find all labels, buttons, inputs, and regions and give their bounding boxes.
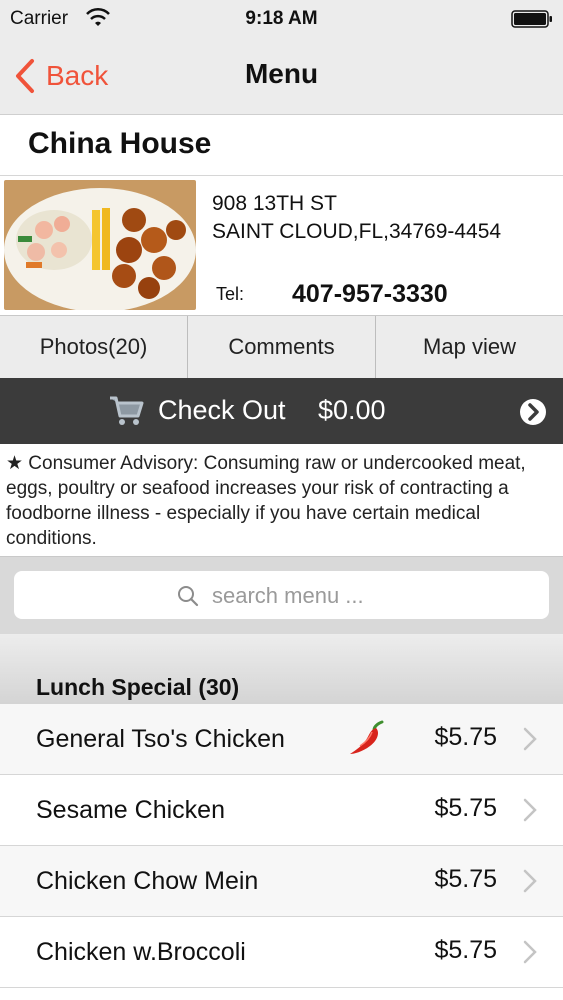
chevron-right-icon bbox=[523, 940, 537, 964]
restaurant-photo[interactable] bbox=[4, 180, 196, 310]
chevron-right-icon bbox=[523, 798, 537, 822]
navigation-bar: Back Menu bbox=[0, 38, 563, 115]
item-price: $5.75 bbox=[434, 865, 497, 893]
item-name: Sesame Chicken bbox=[36, 796, 225, 824]
chevron-right-icon bbox=[523, 727, 537, 751]
item-name: Chicken w.Broccoli bbox=[36, 938, 246, 966]
search-icon bbox=[178, 586, 199, 607]
item-price: $5.75 bbox=[434, 723, 497, 751]
menu-item-general-tsos-chicken[interactable]: General Tso's Chicken $5.75 bbox=[0, 704, 563, 775]
checkout-label: Check Out bbox=[158, 395, 286, 425]
menu-list: General Tso's Chicken $5.75 Sesame Chick… bbox=[0, 704, 563, 988]
item-price: $5.75 bbox=[434, 794, 497, 822]
status-bar: Carrier 9:18 AM bbox=[0, 0, 563, 38]
restaurant-header: China House bbox=[0, 115, 563, 176]
cart-icon bbox=[110, 396, 144, 425]
section-title: Lunch Special (30) bbox=[36, 674, 240, 700]
tab-comments[interactable]: Comments bbox=[188, 316, 376, 378]
tab-map-view[interactable]: Map view bbox=[376, 316, 563, 378]
chili-pepper-icon bbox=[350, 720, 384, 754]
menu-item-sesame-chicken[interactable]: Sesame Chicken $5.75 bbox=[0, 775, 563, 846]
chevron-right-icon bbox=[523, 869, 537, 893]
address-line-1: 908 13TH ST bbox=[212, 192, 337, 215]
menu-item-chicken-chow-mein[interactable]: Chicken Chow Mein $5.75 bbox=[0, 846, 563, 917]
arrow-circle-icon bbox=[520, 399, 546, 425]
consumer-advisory: ★ Consumer Advisory: Consuming raw or un… bbox=[6, 453, 526, 549]
tel-label: Tel: bbox=[216, 284, 245, 304]
item-name: General Tso's Chicken bbox=[36, 725, 285, 753]
tab-photos[interactable]: Photos(20) bbox=[0, 316, 188, 378]
restaurant-name: China House bbox=[28, 127, 212, 160]
item-price: $5.75 bbox=[434, 936, 497, 964]
phone-number[interactable]: 407-957-3330 bbox=[292, 280, 448, 309]
restaurant-info: 908 13TH ST SAINT CLOUD,FL,34769-4454 Te… bbox=[0, 176, 563, 314]
battery-icon bbox=[511, 10, 552, 28]
food-image bbox=[4, 180, 196, 310]
tab-bar: Photos(20) Comments Map view bbox=[0, 315, 563, 378]
address-line-2: SAINT CLOUD,FL,34769-4454 bbox=[212, 220, 502, 243]
search-bar bbox=[0, 556, 563, 635]
checkout-button[interactable]: Check Out $0.00 bbox=[0, 378, 563, 444]
menu-item-chicken-w-broccoli[interactable]: Chicken w.Broccoli $5.75 bbox=[0, 917, 563, 988]
search-field[interactable] bbox=[14, 571, 549, 619]
page-title: Menu bbox=[244, 58, 319, 89]
search-input[interactable] bbox=[210, 579, 514, 613]
clock: 9:18 AM bbox=[245, 8, 318, 29]
checkout-amount: $0.00 bbox=[318, 395, 386, 425]
section-header: Lunch Special (30) bbox=[0, 634, 563, 704]
item-name: Chicken Chow Mein bbox=[36, 867, 259, 895]
